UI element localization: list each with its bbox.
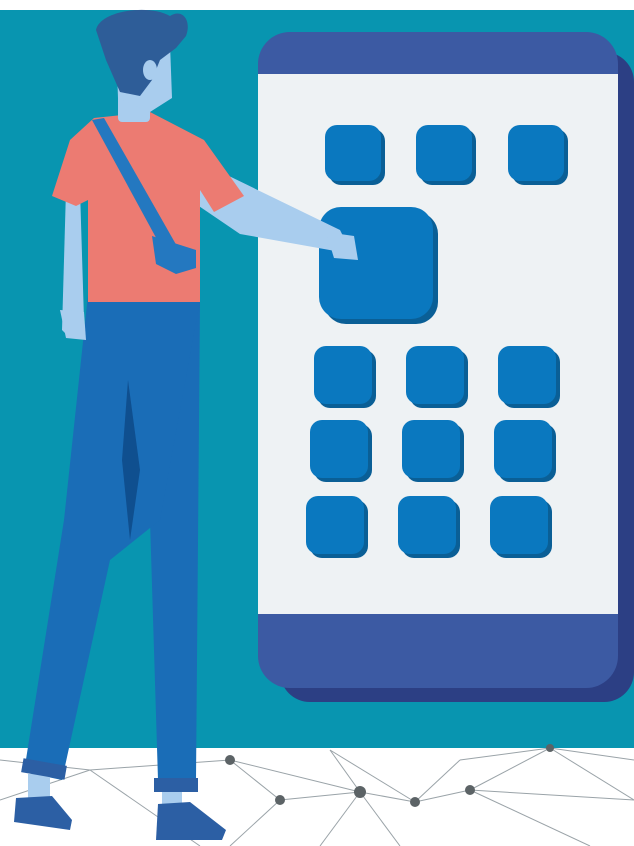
app-tile-icon[interactable] xyxy=(508,125,568,185)
app-tile-icon[interactable] xyxy=(402,420,464,482)
network-node-icon xyxy=(275,795,285,805)
left-ankle xyxy=(28,774,50,800)
app-tile-icon[interactable] xyxy=(494,420,556,482)
app-tile-icon[interactable] xyxy=(310,420,372,482)
app-tile-icon[interactable] xyxy=(406,346,468,408)
network-node-icon xyxy=(546,744,554,752)
network-node-icon xyxy=(354,786,366,798)
app-tile-icon[interactable] xyxy=(325,125,385,185)
app-tile-icon[interactable] xyxy=(416,125,476,185)
scene-illustration xyxy=(0,0,634,846)
selected-app-tile-icon[interactable] xyxy=(319,207,438,324)
app-tile-icon[interactable] xyxy=(398,496,460,558)
network-node-icon xyxy=(225,755,235,765)
right-cuff xyxy=(154,778,198,792)
app-tile-icon[interactable] xyxy=(490,496,552,558)
ear xyxy=(143,60,157,80)
network-node-icon xyxy=(410,797,420,807)
app-tile-icon[interactable] xyxy=(306,496,368,558)
network-node-icon xyxy=(465,785,475,795)
app-tile-icon[interactable] xyxy=(498,346,560,408)
app-tile-icon[interactable] xyxy=(314,346,376,408)
